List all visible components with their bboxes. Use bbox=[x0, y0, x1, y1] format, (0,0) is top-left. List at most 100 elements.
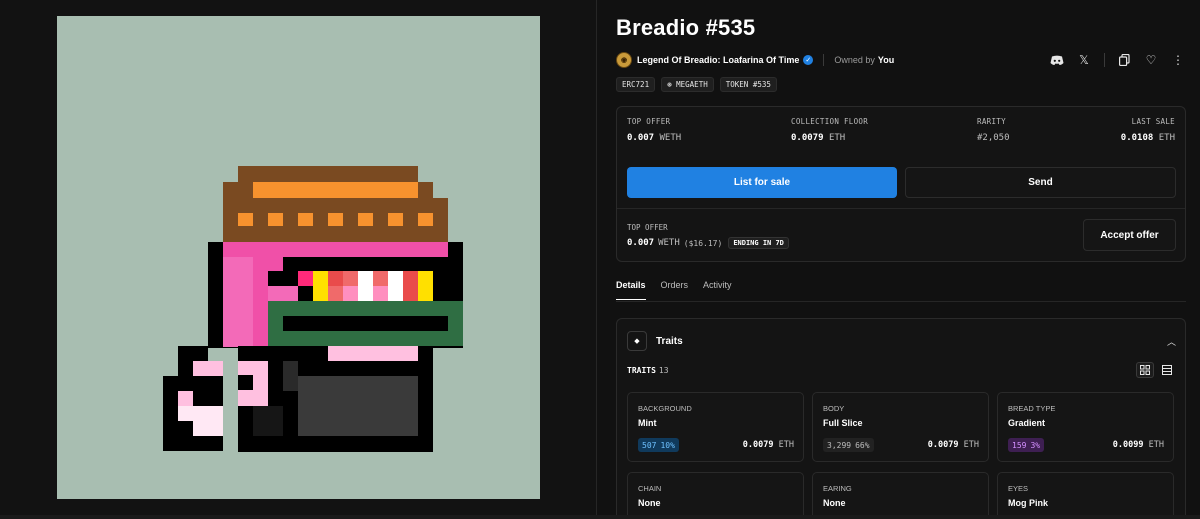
collection-row: ◉ Legend Of Breadio: Loafarina Of Time ✓… bbox=[616, 51, 894, 69]
traits-panel: ◆ Traits ︿ TRAITS 13 BACKGROUND Mint 507 1… bbox=[616, 318, 1186, 519]
trait-count: 3,299 bbox=[827, 440, 852, 450]
trait-count: 159 bbox=[1012, 440, 1027, 450]
trait-count: 507 bbox=[642, 440, 657, 450]
standard-chip: ERC721 bbox=[616, 77, 656, 92]
chevron-up-icon[interactable]: ︿ bbox=[1167, 335, 1176, 348]
trait-floor: 0.0099 ETH bbox=[1113, 440, 1164, 450]
offer-usd: ($16.17) bbox=[683, 238, 723, 248]
view-toggle bbox=[1132, 362, 1176, 378]
stat-amount: 0.0079 bbox=[791, 133, 824, 143]
top-offer-block: TOP OFFER 0.007 WETH ($16.17) ENDING IN … bbox=[627, 223, 789, 249]
divider bbox=[823, 54, 825, 66]
trait-type: BACKGROUND bbox=[638, 404, 692, 413]
trait-rarity-badge: 159 3% bbox=[1008, 438, 1045, 452]
trait-card[interactable]: BREAD TYPE Gradient 159 3% 0.0099 ETH bbox=[997, 392, 1174, 462]
grid-view-icon[interactable] bbox=[1136, 362, 1154, 378]
nft-image[interactable] bbox=[57, 16, 540, 499]
offer-unit: WETH bbox=[658, 238, 680, 248]
stat-unit: ETH bbox=[1158, 133, 1175, 143]
more-icon[interactable]: ⋮ bbox=[1170, 52, 1186, 68]
trait-floor-unit: ETH bbox=[1148, 440, 1164, 450]
trait-value: None bbox=[823, 498, 846, 508]
collection-link[interactable]: Legend Of Breadio: Loafarina Of Time bbox=[637, 55, 799, 65]
offer-row: 0.007 WETH ($16.17) ENDING IN 7D bbox=[627, 237, 789, 249]
trait-card[interactable]: CHAIN None bbox=[627, 472, 804, 519]
collection-avatar-glyph: ◉ bbox=[620, 57, 628, 64]
trait-floor: 0.0079 ETH bbox=[743, 440, 794, 450]
trait-card[interactable]: BODY Full Slice 3,299 66% 0.0079 ETH bbox=[812, 392, 989, 462]
trait-value: None bbox=[638, 498, 661, 508]
owned-by-label: Owned by bbox=[834, 55, 875, 65]
traits-title: Traits bbox=[656, 335, 683, 347]
verified-icon: ✓ bbox=[803, 55, 814, 65]
traits-count-label: TRAITS bbox=[627, 366, 656, 375]
divider bbox=[617, 208, 1185, 209]
heart-icon[interactable]: ♡ bbox=[1143, 52, 1159, 68]
token-chips: ERC721 ⊛ MEGAETH TOKEN #535 bbox=[616, 77, 783, 92]
stat-collection-floor: COLLECTION FLOOR 0.0079 ETH bbox=[791, 117, 868, 143]
chain-chip[interactable]: ⊛ MEGAETH bbox=[661, 77, 714, 92]
stat-value: 0.007 WETH bbox=[627, 133, 681, 143]
x-icon[interactable]: 𝕏 bbox=[1076, 52, 1092, 68]
trait-type: EYES bbox=[1008, 484, 1029, 493]
stat-rarity: RARITY #2,050 bbox=[977, 117, 1010, 143]
token-id-chip[interactable]: TOKEN #535 bbox=[719, 77, 777, 92]
pixel-art-illustration bbox=[163, 166, 463, 452]
trait-floor-value: 0.0079 bbox=[927, 440, 959, 450]
copy-icon[interactable] bbox=[1116, 52, 1132, 68]
discord-icon[interactable] bbox=[1049, 52, 1065, 68]
trait-floor-unit: ETH bbox=[963, 440, 979, 450]
trait-value: Mog Pink bbox=[1008, 498, 1048, 508]
trait-floor-unit: ETH bbox=[778, 440, 794, 450]
detail-tabs: Details Orders Activity bbox=[616, 280, 747, 300]
media-pane bbox=[0, 0, 596, 519]
trait-type: EARING bbox=[823, 484, 852, 493]
trait-percent: 66% bbox=[855, 440, 870, 450]
owner-link[interactable]: You bbox=[878, 55, 894, 65]
tab-orders[interactable]: Orders bbox=[661, 280, 689, 300]
trait-type: CHAIN bbox=[638, 484, 662, 493]
offer-amount: 0.007 bbox=[627, 238, 655, 248]
item-title: Breadio #535 bbox=[616, 15, 756, 40]
trait-floor: 0.0079 ETH bbox=[928, 440, 979, 450]
trait-card[interactable]: BACKGROUND Mint 507 10% 0.0079 ETH bbox=[627, 392, 804, 462]
offer-ending-badge: ENDING IN 7D bbox=[728, 237, 789, 249]
tab-details[interactable]: Details bbox=[616, 280, 646, 300]
offer-label: TOP OFFER bbox=[627, 223, 668, 232]
tabs-divider bbox=[616, 301, 1186, 302]
list-view-icon[interactable] bbox=[1158, 362, 1176, 378]
stat-value: 0.0108 ETH bbox=[1121, 133, 1175, 143]
trait-type: BODY bbox=[823, 404, 845, 413]
tab-activity[interactable]: Activity bbox=[703, 280, 732, 300]
trait-value: Full Slice bbox=[823, 418, 863, 428]
stat-label: TOP OFFER bbox=[627, 117, 671, 126]
send-button[interactable]: Send bbox=[905, 167, 1176, 198]
trait-floor-value: 0.0099 bbox=[1112, 440, 1144, 450]
stat-value: 0.0079 ETH bbox=[791, 133, 868, 143]
traits-count-value: 13 bbox=[658, 366, 669, 375]
trait-value: Mint bbox=[638, 418, 657, 428]
trait-card[interactable]: EYES Mog Pink bbox=[997, 472, 1174, 519]
header-actions: 𝕏 ♡ ⋮ bbox=[1038, 52, 1186, 68]
trait-floor-value: 0.0079 bbox=[742, 440, 774, 450]
stat-unit: WETH bbox=[659, 133, 682, 143]
trait-percent: 10% bbox=[660, 440, 675, 450]
taskbar bbox=[0, 515, 1200, 519]
stat-label: COLLECTION FLOOR bbox=[791, 117, 869, 126]
trait-rarity-badge: 3,299 66% bbox=[823, 438, 874, 452]
stat-label: RARITY bbox=[977, 117, 1006, 126]
list-for-sale-button[interactable]: List for sale bbox=[627, 167, 897, 198]
divider bbox=[1104, 53, 1105, 67]
stat-amount: 0.007 bbox=[627, 133, 655, 143]
collection-avatar[interactable]: ◉ bbox=[616, 52, 632, 68]
accept-offer-button[interactable]: Accept offer bbox=[1083, 219, 1176, 251]
traits-count: TRAITS 13 bbox=[627, 366, 669, 375]
diamond-icon: ◆ bbox=[627, 331, 647, 351]
trait-value: Gradient bbox=[1008, 418, 1046, 428]
traits-header[interactable]: ◆ Traits bbox=[627, 331, 683, 351]
stat-top-offer: TOP OFFER 0.007 WETH bbox=[627, 117, 681, 143]
stat-value: #2,050 bbox=[977, 133, 1010, 143]
stat-label: LAST SALE bbox=[1131, 117, 1175, 126]
trait-card[interactable]: EARING None bbox=[812, 472, 989, 519]
stat-amount: 0.0108 bbox=[1120, 133, 1154, 143]
